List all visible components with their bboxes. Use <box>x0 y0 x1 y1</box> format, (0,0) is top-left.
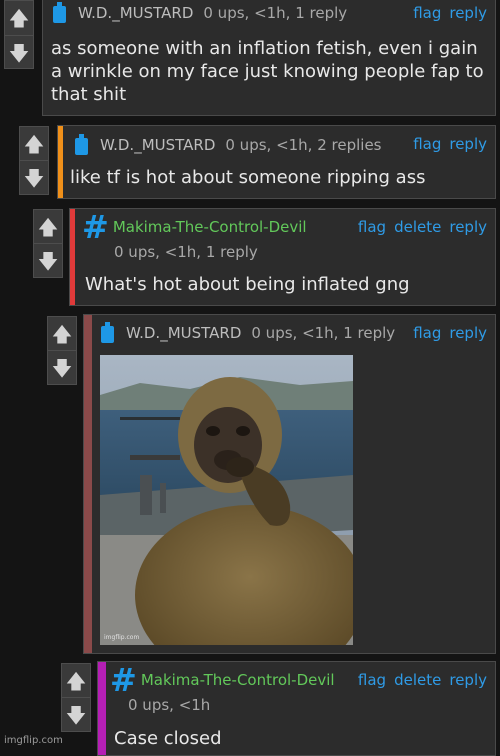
flag-link[interactable]: flag <box>358 218 386 236</box>
reply-link[interactable]: reply <box>449 218 487 236</box>
username[interactable]: Makima-The-Control-Devil <box>113 218 307 236</box>
delete-link[interactable]: delete <box>394 671 441 689</box>
bottle-icon <box>53 2 66 23</box>
comment-card: # Makima-The-Control-Devil 0 ups, <1h fl… <box>97 661 496 756</box>
comment-text: Case closed <box>114 728 222 749</box>
comment-actions: flag delete reply <box>358 671 487 689</box>
reply-link[interactable]: reply <box>449 671 487 689</box>
comment-header: # Makima-The-Control-Devil <box>82 208 307 246</box>
monkey-photo: imgflip.com <box>100 355 353 645</box>
bottle-icon <box>75 134 88 155</box>
comment-text: What's hot about being inflated gng <box>85 274 410 295</box>
upvote-button[interactable]: 🡅 <box>5 1 33 35</box>
vote-column: 🡅 🡇 <box>61 663 91 732</box>
reply-link[interactable]: reply <box>449 135 487 153</box>
image-watermark: imgflip.com <box>104 634 139 641</box>
hashtag-icon: # <box>110 661 137 699</box>
vote-column: 🡅 🡇 <box>19 126 49 195</box>
comment-header: # Makima-The-Control-Devil <box>110 661 335 699</box>
downvote-button[interactable]: 🡇 <box>62 697 90 731</box>
comment-text: like tf is hot about someone ripping ass <box>70 167 426 188</box>
comment-actions: flag reply <box>413 4 487 22</box>
comment-text: as someone with an inflation fetish, eve… <box>51 38 484 105</box>
comment-meta: 0 ups, <1h, 1 reply <box>203 3 348 22</box>
username[interactable]: W.D._MUSTARD <box>78 4 193 22</box>
delete-link[interactable]: delete <box>394 218 441 236</box>
comment-actions: flag reply <box>413 324 487 342</box>
comment-meta: 0 ups, <1h, 1 reply <box>251 323 396 342</box>
imgflip-watermark: imgflip.com <box>4 735 63 746</box>
comment-card: W.D._MUSTARD 0 ups, <1h, 1 reply flag re… <box>83 314 496 654</box>
reply-link[interactable]: reply <box>449 4 487 22</box>
thread-stripe <box>98 662 106 755</box>
vote-column: 🡅 🡇 <box>33 209 63 278</box>
flag-link[interactable]: flag <box>413 324 441 342</box>
hashtag-icon: # <box>82 208 109 246</box>
upvote-button[interactable]: 🡅 <box>48 317 76 350</box>
downvote-button[interactable]: 🡇 <box>34 243 62 277</box>
upvote-button[interactable]: 🡅 <box>20 127 48 160</box>
upvote-button[interactable]: 🡅 <box>62 664 90 697</box>
reply-link[interactable]: reply <box>449 324 487 342</box>
comment-meta: 0 ups, <1h, 2 replies <box>225 135 382 154</box>
flag-link[interactable]: flag <box>413 135 441 153</box>
comment-actions: flag delete reply <box>358 218 487 236</box>
comment-header: W.D._MUSTARD 0 ups, <1h, 2 replies <box>75 134 382 155</box>
vote-column: 🡅 🡇 <box>47 316 77 385</box>
username[interactable]: W.D._MUSTARD <box>126 324 241 342</box>
comment-header: W.D._MUSTARD 0 ups, <1h, 1 reply <box>101 322 395 343</box>
username[interactable]: W.D._MUSTARD <box>100 136 215 154</box>
downvote-button[interactable]: 🡇 <box>20 160 48 194</box>
thread-stripe <box>58 126 63 198</box>
comment-card: W.D._MUSTARD 0 ups, <1h, 1 reply flag re… <box>42 0 496 116</box>
flag-link[interactable]: flag <box>358 671 386 689</box>
comment-card: W.D._MUSTARD 0 ups, <1h, 2 replies flag … <box>57 125 496 199</box>
comment-card: # Makima-The-Control-Devil 0 ups, <1h, 1… <box>69 208 496 306</box>
comment-meta: 0 ups, <1h <box>128 696 211 714</box>
comment-header: W.D._MUSTARD 0 ups, <1h, 1 reply <box>53 2 347 23</box>
thread-stripe <box>84 315 92 653</box>
downvote-button[interactable]: 🡇 <box>48 350 76 384</box>
flag-link[interactable]: flag <box>413 4 441 22</box>
comment-meta: 0 ups, <1h, 1 reply <box>114 243 258 261</box>
downvote-button[interactable]: 🡇 <box>5 35 33 69</box>
bottle-icon <box>101 322 114 343</box>
vote-column: 🡅 🡇 <box>4 0 34 69</box>
thread-stripe <box>70 209 75 305</box>
comment-actions: flag reply <box>413 135 487 153</box>
upvote-button[interactable]: 🡅 <box>34 210 62 243</box>
username[interactable]: Makima-The-Control-Devil <box>141 671 335 689</box>
monkey-image[interactable]: imgflip.com <box>100 355 353 645</box>
